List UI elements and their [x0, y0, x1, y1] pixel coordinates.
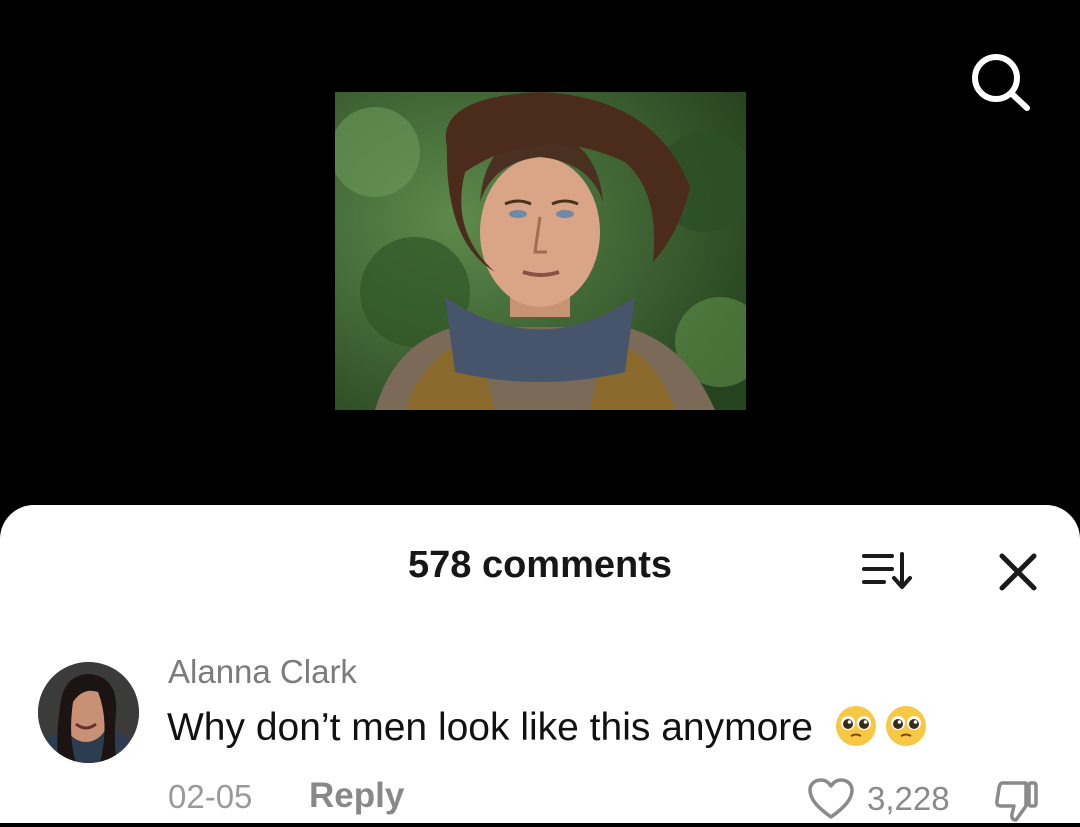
pleading-face-emoji: [835, 706, 876, 746]
close-icon: [999, 553, 1037, 591]
thumbs-down-icon: [995, 781, 1038, 822]
comment-text: Why don’t men look like this anymore: [167, 706, 813, 749]
comment-date: 02-05: [168, 778, 253, 815]
close-button[interactable]: [994, 548, 1042, 596]
avatar[interactable]: [38, 662, 139, 763]
like-count: 3,228: [867, 780, 950, 817]
dislike-button[interactable]: [992, 778, 1040, 822]
comment-author[interactable]: Alanna Clark: [168, 653, 357, 691]
search-button[interactable]: [968, 52, 1032, 116]
video-thumbnail[interactable]: [335, 92, 746, 410]
sort-button[interactable]: [858, 548, 916, 594]
reply-button[interactable]: Reply: [309, 776, 404, 816]
search-icon: [972, 54, 1030, 111]
comments-count-title: 578 comments: [407, 544, 672, 586]
avatar-image: [38, 662, 139, 763]
video-player[interactable]: [0, 0, 1080, 520]
heart-icon: [808, 778, 854, 819]
pleading-face-emoji: [885, 706, 926, 746]
cowboy-image: [335, 92, 746, 410]
sort-icon: [862, 552, 912, 589]
comment-body: Why don’t men look like this anymore: [167, 704, 928, 750]
like-button[interactable]: 3,228: [807, 776, 950, 822]
